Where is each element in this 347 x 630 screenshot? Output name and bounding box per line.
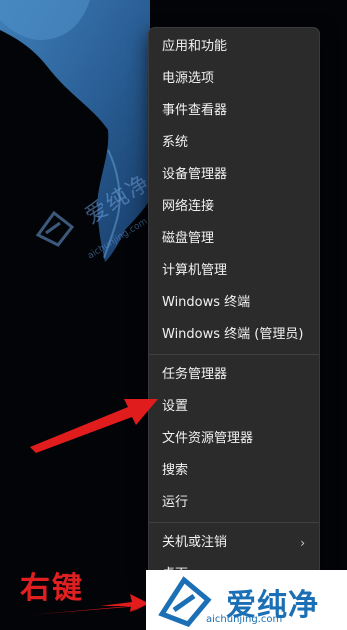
menu-separator bbox=[149, 522, 319, 523]
menu-item-device-manager[interactable]: 设备管理器 bbox=[149, 159, 319, 191]
menu-item-label: 网络连接 bbox=[162, 199, 215, 214]
menu-item-label: 搜索 bbox=[162, 463, 189, 478]
site-logo: 爱纯净 aichunjing.com bbox=[146, 570, 347, 630]
menu-item-apps-features[interactable]: 应用和功能 bbox=[149, 31, 319, 63]
menu-item-label: 应用和功能 bbox=[162, 39, 228, 54]
menu-item-label: 运行 bbox=[162, 495, 189, 510]
menu-item-label: 系统 bbox=[162, 135, 189, 150]
menu-item-windows-terminal-admin[interactable]: Windows 终端 (管理员) bbox=[149, 319, 319, 351]
menu-separator bbox=[149, 354, 319, 355]
menu-item-label: 事件查看器 bbox=[162, 103, 228, 118]
annotation-text: 右键 bbox=[20, 571, 84, 606]
menu-item-disk-management[interactable]: 磁盘管理 bbox=[149, 223, 319, 255]
menu-item-label: 计算机管理 bbox=[162, 263, 228, 278]
menu-item-label: 设备管理器 bbox=[162, 167, 228, 182]
menu-item-task-manager[interactable]: 任务管理器 bbox=[149, 359, 319, 391]
menu-item-label: 关机或注销 bbox=[162, 535, 228, 550]
menu-item-label: Windows 终端 bbox=[162, 295, 251, 310]
menu-item-label: 任务管理器 bbox=[162, 367, 228, 382]
menu-item-power-options[interactable]: 电源选项 bbox=[149, 63, 319, 95]
menu-item-label: 电源选项 bbox=[162, 71, 215, 86]
annotation-arrow-icon bbox=[30, 399, 158, 453]
menu-item-label: Windows 终端 (管理员) bbox=[162, 327, 304, 342]
logo-url: aichunjing.com bbox=[206, 614, 283, 625]
menu-item-shutdown-signout[interactable]: 关机或注销 › bbox=[149, 527, 319, 559]
menu-item-system[interactable]: 系统 bbox=[149, 127, 319, 159]
menu-item-search[interactable]: 搜索 bbox=[149, 455, 319, 487]
menu-item-file-explorer[interactable]: 文件资源管理器 bbox=[149, 423, 319, 455]
menu-item-label: 文件资源管理器 bbox=[162, 431, 254, 446]
menu-item-settings[interactable]: 设置 bbox=[149, 391, 319, 423]
winx-context-menu: 应用和功能 电源选项 事件查看器 系统 设备管理器 网络连接 磁盘管理 计算机管… bbox=[148, 27, 320, 582]
menu-item-network-connections[interactable]: 网络连接 bbox=[149, 191, 319, 223]
watermark-logo-icon bbox=[35, 210, 75, 247]
menu-item-windows-terminal[interactable]: Windows 终端 bbox=[149, 287, 319, 319]
annotation-arrow-icon bbox=[100, 594, 148, 612]
chevron-right-icon: › bbox=[300, 536, 305, 550]
menu-item-event-viewer[interactable]: 事件查看器 bbox=[149, 95, 319, 127]
menu-item-label: 磁盘管理 bbox=[162, 231, 215, 246]
menu-item-run[interactable]: 运行 bbox=[149, 487, 319, 519]
menu-item-label: 设置 bbox=[162, 399, 189, 414]
menu-item-computer-management[interactable]: 计算机管理 bbox=[149, 255, 319, 287]
